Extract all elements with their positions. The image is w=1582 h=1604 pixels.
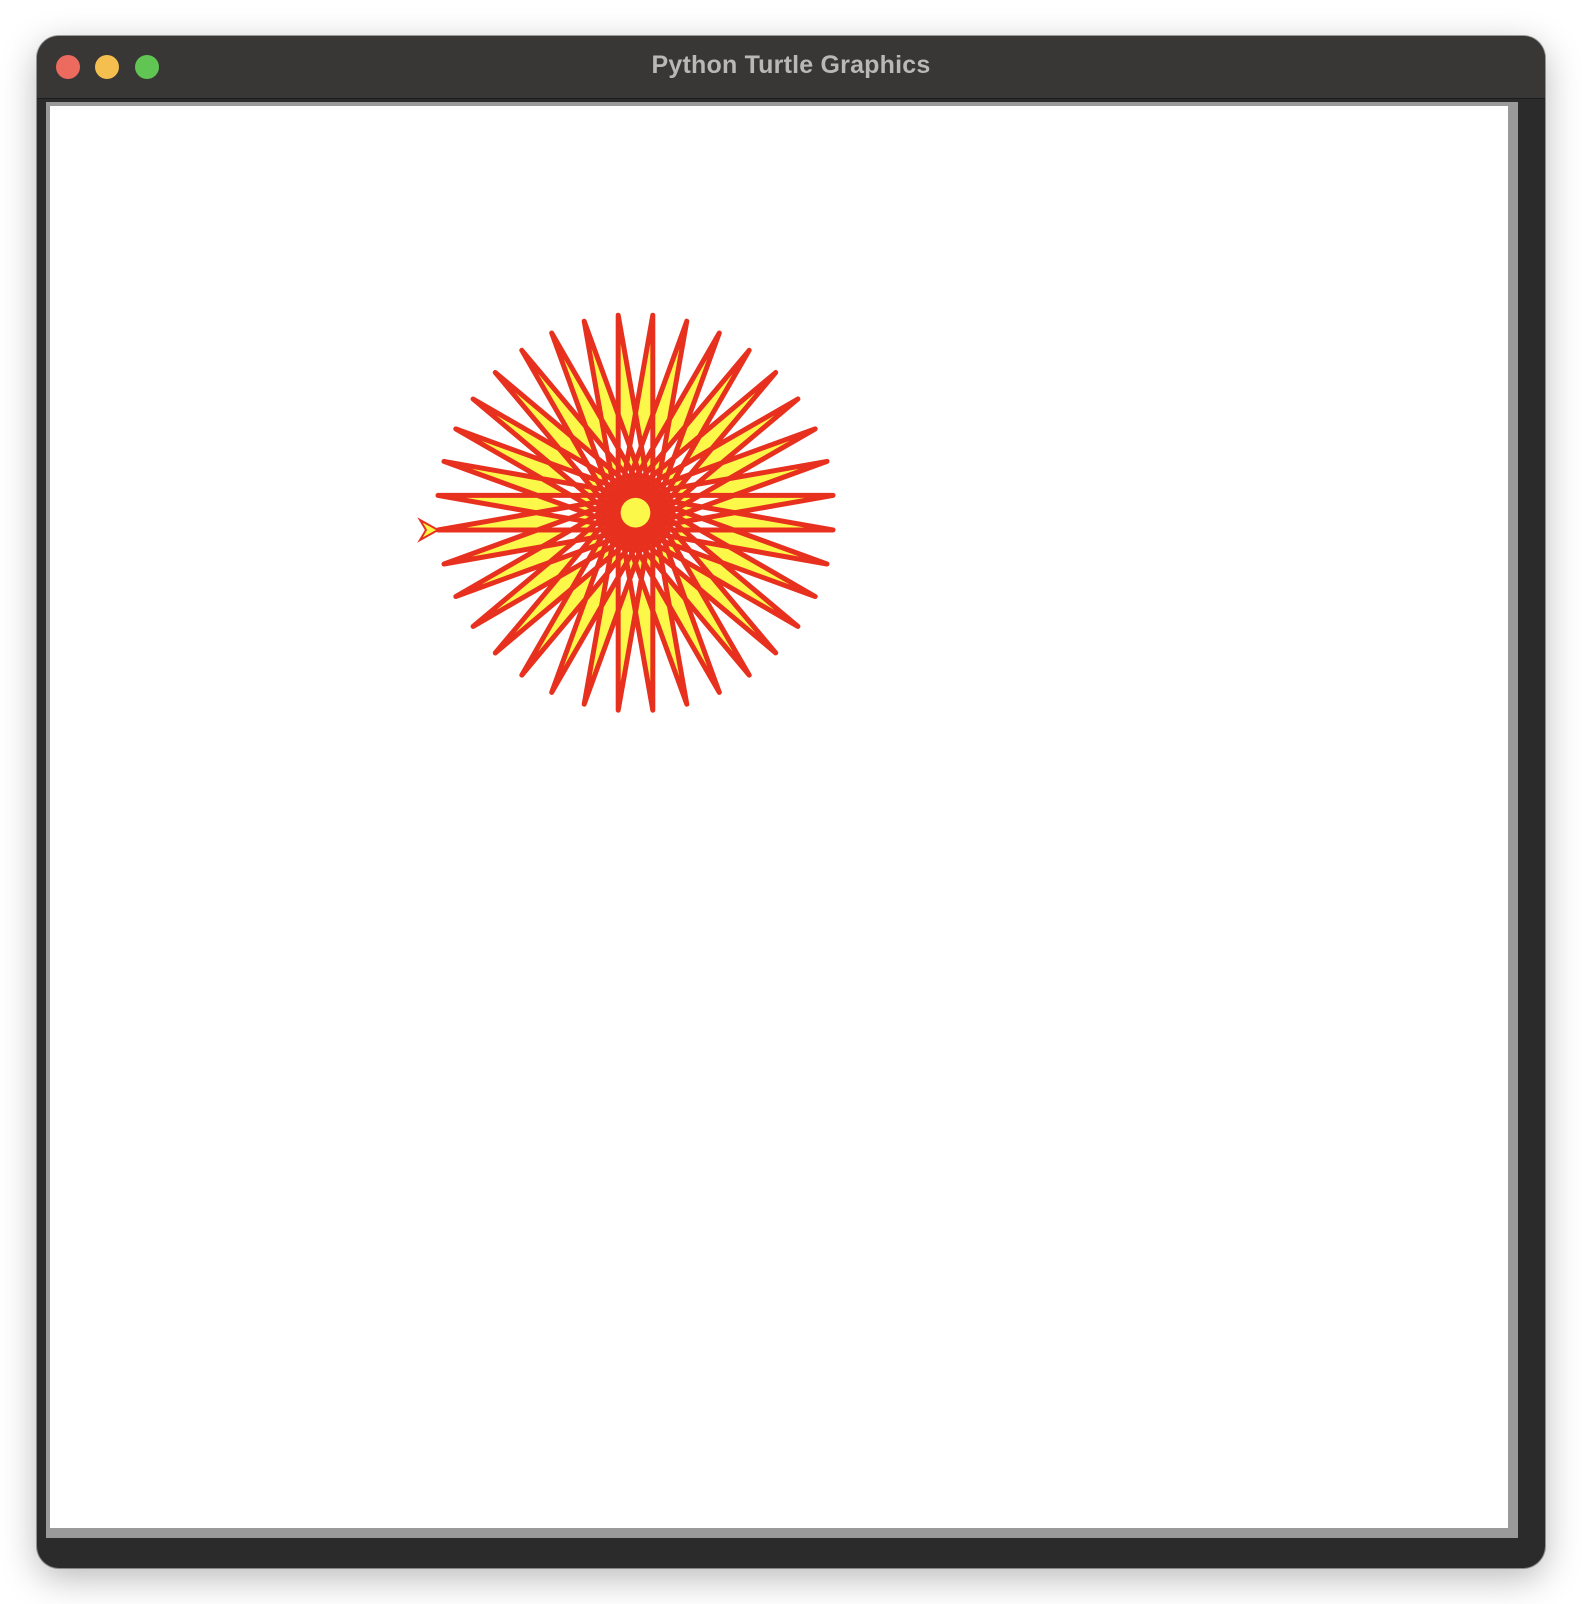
turtle-window: Python Turtle Graphics [37,36,1545,1568]
title-bar[interactable]: Python Turtle Graphics [37,36,1545,99]
star-drawing [417,312,836,713]
window-title: Python Turtle Graphics [651,51,931,79]
arrow-turtle-icon [417,517,441,543]
turtle-canvas[interactable] [50,106,1508,1528]
canvas-frame [46,102,1518,1538]
